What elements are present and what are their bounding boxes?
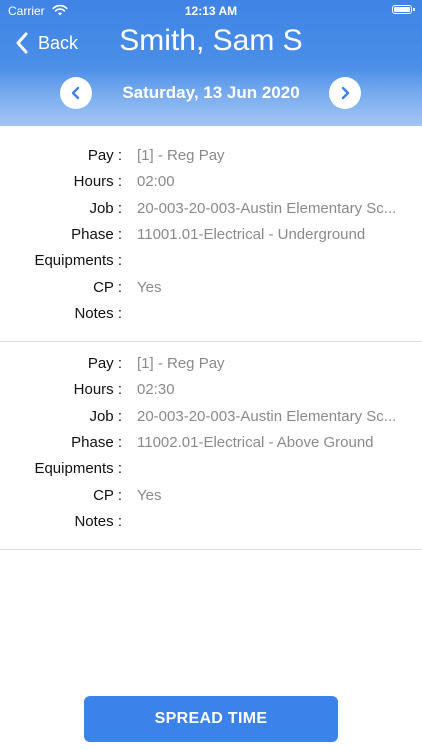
clock: 12:13 AM [184, 4, 238, 18]
pay-value: [1] - Reg Pay [137, 355, 225, 372]
job-value: 20-003-20-003-Austin Elementary Sc... [137, 408, 397, 425]
phase-row: Phase : 11001.01-Electrical - Undergroun… [0, 223, 422, 247]
pay-row: Pay : [1] - Reg Pay [0, 352, 422, 376]
hours-value: 02:30 [137, 381, 175, 398]
job-label: Job : [89, 408, 122, 425]
pay-row: Pay : [1] - Reg Pay [0, 144, 422, 168]
next-day-button[interactable] [329, 77, 361, 109]
cp-label: CP : [93, 487, 122, 504]
hours-label: Hours : [73, 381, 122, 398]
cp-row: CP : Yes [0, 276, 422, 300]
phase-row: Phase : 11002.01-Electrical - Above Grou… [0, 431, 422, 455]
phase-value: 11002.01-Electrical - Above Ground [137, 434, 374, 451]
date-navigator: Saturday, 13 Jun 2020 [0, 76, 422, 110]
job-row: Job : 20-003-20-003-Austin Elementary Sc… [0, 405, 422, 429]
pay-label: Pay : [87, 355, 122, 372]
notes-label: Notes : [74, 513, 122, 530]
time-entry-card[interactable]: Pay : [1] - Reg Pay Hours : 02:00 Job : … [0, 135, 422, 342]
hours-row: Hours : 02:00 [0, 170, 422, 194]
cp-label: CP : [93, 279, 122, 296]
job-value: 20-003-20-003-Austin Elementary Sc... [137, 200, 397, 217]
spread-time-button[interactable]: SPREAD TIME [84, 696, 338, 742]
notes-row: Notes : [0, 302, 422, 326]
hours-value: 02:00 [137, 173, 175, 190]
phase-value: 11001.01-Electrical - Underground [137, 226, 366, 243]
job-row: Job : 20-003-20-003-Austin Elementary Sc… [0, 197, 422, 221]
hours-row: Hours : 02:30 [0, 378, 422, 402]
equipments-row: Equipments : [0, 249, 422, 273]
equipments-label: Equipments : [34, 252, 122, 269]
notes-label: Notes : [74, 305, 122, 322]
cp-value: Yes [137, 279, 162, 296]
job-label: Job : [89, 200, 122, 217]
pay-value: [1] - Reg Pay [137, 147, 225, 164]
battery-icon [392, 5, 415, 14]
notes-row: Notes : [0, 510, 422, 534]
hours-label: Hours : [73, 173, 122, 190]
employee-name: Smith, Sam S [119, 24, 303, 57]
cp-value: Yes [137, 487, 162, 504]
phase-label: Phase : [71, 434, 122, 451]
equipments-row: Equipments : [0, 457, 422, 481]
equipments-label: Equipments : [34, 460, 122, 477]
phase-label: Phase : [71, 226, 122, 243]
status-bar: Carrier 12:13 AM [0, 0, 422, 22]
header: Carrier 12:13 AM Back Smith, Sam S Satur… [0, 0, 422, 126]
time-entry-card[interactable]: Pay : [1] - Reg Pay Hours : 02:30 Job : … [0, 343, 422, 550]
cp-row: CP : Yes [0, 484, 422, 508]
chevron-right-icon [341, 86, 350, 100]
pay-label: Pay : [87, 147, 122, 164]
